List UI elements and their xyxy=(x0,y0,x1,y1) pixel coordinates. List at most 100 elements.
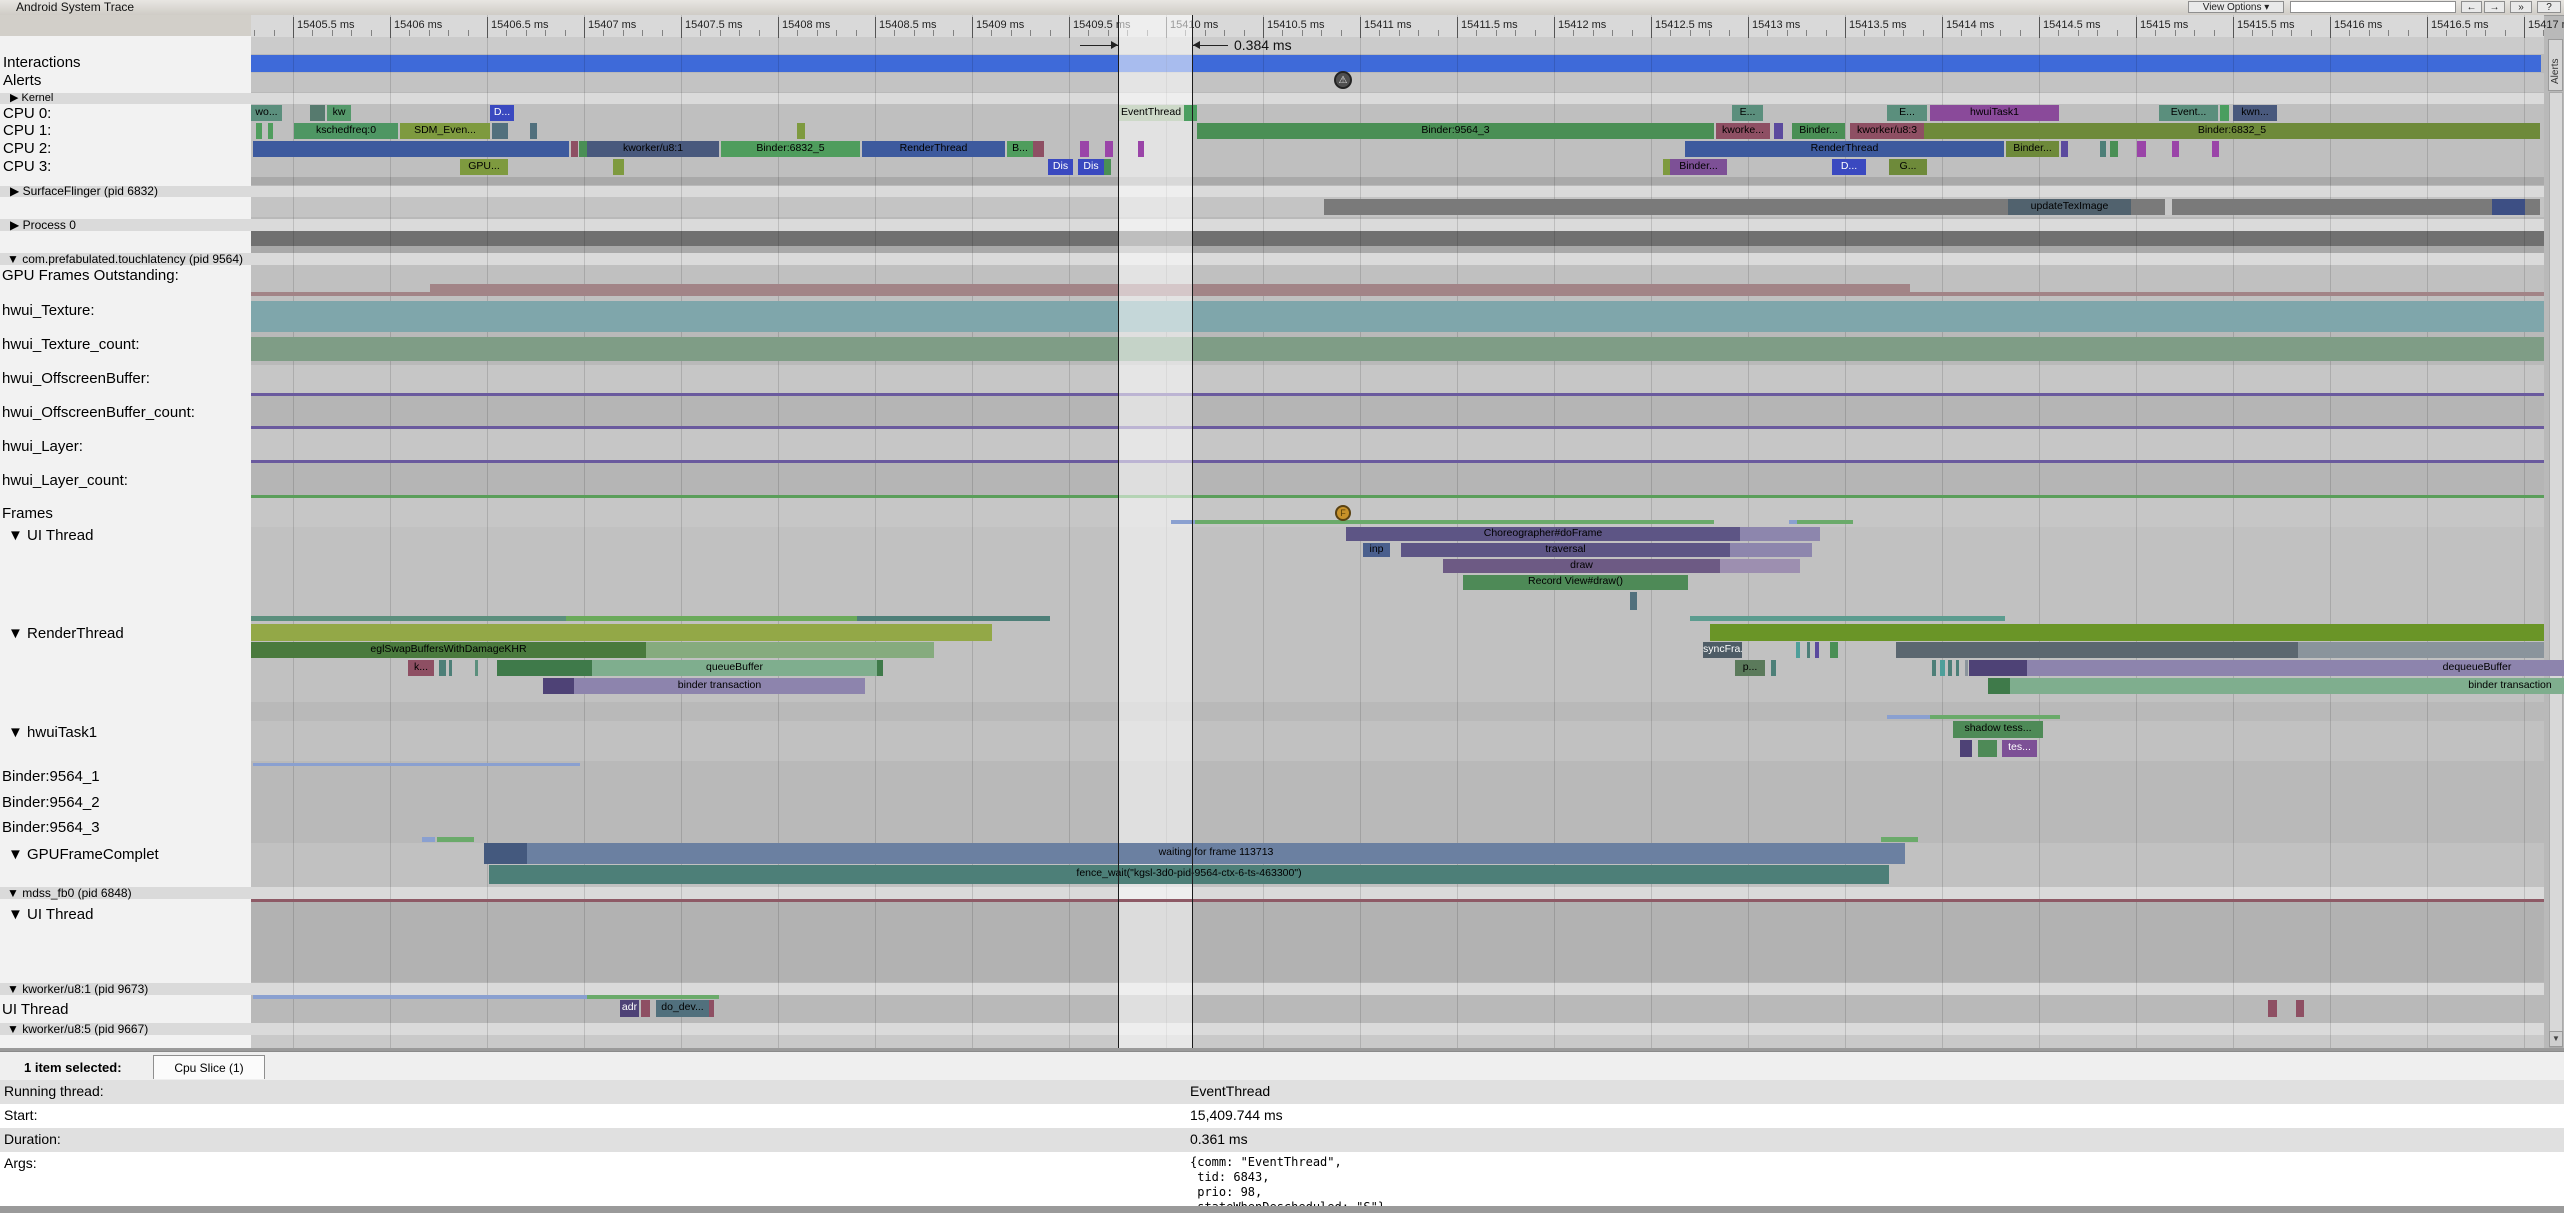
trace-slice[interactable] xyxy=(256,123,262,139)
trace-slice[interactable] xyxy=(2298,642,2544,658)
trace-slice[interactable]: SDM_Even... xyxy=(400,123,490,139)
trace-slice[interactable] xyxy=(1969,660,2027,676)
section-header[interactable]: ▼ kworker/u8:5 (pid 9667) xyxy=(7,1022,148,1036)
trace-slice[interactable]: kw xyxy=(327,105,351,121)
nav-back-button[interactable]: ← xyxy=(2461,1,2482,13)
trace-slice[interactable] xyxy=(1887,715,1930,719)
trace-slice[interactable] xyxy=(566,616,857,621)
scroll-down-button[interactable]: ▼ xyxy=(2549,1031,2563,1047)
trace-slice[interactable] xyxy=(1138,141,1144,157)
trace-slice[interactable] xyxy=(1630,592,1637,610)
section-header[interactable]: ▼ kworker/u8:1 (pid 9673) xyxy=(7,982,148,996)
trace-slice[interactable]: traversal xyxy=(1401,543,1730,557)
nav-more-button[interactable]: » xyxy=(2510,1,2532,13)
trace-slice[interactable] xyxy=(437,837,474,842)
section-header[interactable]: ▼ UI Thread xyxy=(8,527,93,544)
trace-slice[interactable]: queueBuffer xyxy=(592,660,877,676)
trace-slice[interactable]: kwn... xyxy=(2233,105,2277,121)
view-options-button[interactable]: View Options ▾ xyxy=(2188,1,2284,13)
trace-slice[interactable] xyxy=(492,123,508,139)
tab-cpu-slice[interactable]: Cpu Slice (1) xyxy=(153,1055,265,1079)
trace-slice[interactable] xyxy=(1881,837,1918,842)
trace-slice[interactable] xyxy=(1796,642,1800,658)
trace-slice[interactable]: Event... xyxy=(2159,105,2218,121)
help-button[interactable]: ? xyxy=(2537,1,2561,13)
trace-slice[interactable] xyxy=(2100,141,2106,157)
trace-slice[interactable] xyxy=(422,837,435,842)
nav-forward-button[interactable]: → xyxy=(2484,1,2505,13)
trace-slice[interactable] xyxy=(530,123,537,139)
section-header[interactable]: ▼ RenderThread xyxy=(8,625,124,642)
trace-slice[interactable]: Dis xyxy=(1078,159,1104,175)
counter-fill[interactable] xyxy=(251,460,2544,463)
trace-slice[interactable]: Choreographer#doFrame xyxy=(1346,527,1740,541)
trace-slice[interactable]: kworker/u8:1 xyxy=(587,141,719,157)
trace-slice[interactable] xyxy=(475,660,478,676)
search-input[interactable] xyxy=(2290,1,2456,13)
trace-slice[interactable] xyxy=(543,678,574,694)
trace-slice[interactable] xyxy=(1988,678,2010,694)
trace-slice[interactable]: kworker/u8:3 xyxy=(1850,123,1924,139)
trace-slice[interactable] xyxy=(251,616,566,621)
trace-slice[interactable]: eglSwapBuffersWithDamageKHR xyxy=(251,642,646,658)
trace-slice[interactable] xyxy=(1815,642,1819,658)
trace-slice[interactable] xyxy=(251,624,992,641)
trace-slice[interactable]: Dis xyxy=(1048,159,1073,175)
trace-slice[interactable] xyxy=(1690,616,2005,621)
trace-slice[interactable]: inp xyxy=(1363,543,1390,557)
trace-slice[interactable] xyxy=(2296,1000,2304,1017)
trace-slice[interactable] xyxy=(1940,660,1945,676)
trace-slice[interactable] xyxy=(797,123,805,139)
trace-slice[interactable]: syncFra... xyxy=(1703,642,1742,658)
trace-slice[interactable]: adr xyxy=(620,1000,639,1017)
counter-fill[interactable] xyxy=(251,393,2544,396)
trace-slice[interactable] xyxy=(1965,660,1968,676)
trace-slice[interactable] xyxy=(1324,199,2540,215)
trace-slice[interactable] xyxy=(1960,740,1972,757)
trace-slice[interactable] xyxy=(1104,159,1111,175)
trace-slice[interactable]: Binder:6832_5 xyxy=(721,141,860,157)
trace-slice[interactable] xyxy=(497,660,592,676)
trace-slice[interactable] xyxy=(2220,105,2229,121)
trace-slice[interactable] xyxy=(2172,141,2179,157)
section-header[interactable]: ▶ Kernel xyxy=(10,91,53,104)
trace-slice[interactable] xyxy=(484,843,527,864)
trace-slice[interactable] xyxy=(1033,141,1044,157)
trace-slice[interactable]: shadow tess... xyxy=(1953,721,2043,738)
trace-slice[interactable]: kschedfreq:0 xyxy=(294,123,398,139)
trace-slice[interactable] xyxy=(1830,642,1838,658)
trace-slice[interactable] xyxy=(613,159,624,175)
trace-slice[interactable] xyxy=(1080,141,1089,157)
trace-slice[interactable]: G... xyxy=(1889,159,1927,175)
trace-slice[interactable] xyxy=(1932,660,1936,676)
trace-slice[interactable]: wo... xyxy=(251,105,282,121)
section-header[interactable]: ▶ Process 0 xyxy=(10,218,76,232)
counter-fill[interactable] xyxy=(251,426,2544,429)
section-header[interactable]: ▼ mdss_fb0 (pid 6848) xyxy=(7,886,132,900)
trace-slice[interactable]: draw xyxy=(1443,559,1720,573)
section-header[interactable]: ▶ SurfaceFlinger (pid 6832) xyxy=(10,184,158,198)
trace-slice[interactable] xyxy=(857,616,1050,621)
trace-slice[interactable] xyxy=(587,995,719,999)
trace-slice[interactable]: dequeueBuffer xyxy=(2027,660,2564,676)
trace-slice[interactable] xyxy=(877,660,883,676)
trace-slice[interactable] xyxy=(1807,642,1810,658)
section-header[interactable]: ▼ GPUFrameComplet xyxy=(8,846,159,863)
trace-slice[interactable] xyxy=(1896,642,2298,658)
trace-slice[interactable] xyxy=(641,1000,650,1017)
alerts-side-tab[interactable]: Alerts xyxy=(2548,39,2563,91)
trace-slice[interactable] xyxy=(2110,141,2118,157)
trace-slice[interactable]: Binder:6832_5 xyxy=(1924,123,2540,139)
trace-slice[interactable]: binder transaction xyxy=(574,678,865,694)
trace-slice[interactable]: binder transaction xyxy=(2010,678,2564,694)
trace-slice[interactable] xyxy=(1771,660,1776,676)
alert-icon[interactable]: ⚠ xyxy=(1334,71,1352,89)
trace-slice[interactable]: EventThread xyxy=(1118,105,1184,121)
trace-slice[interactable]: k... xyxy=(408,660,434,676)
counter-fill[interactable] xyxy=(251,301,2544,332)
trace-slice[interactable]: E... xyxy=(1887,105,1927,121)
section-header[interactable]: ▼ com.prefabulated.touchlatency (pid 956… xyxy=(7,252,243,266)
trace-slice[interactable] xyxy=(571,141,578,157)
trace-slice[interactable] xyxy=(1978,740,1997,757)
trace-slice[interactable] xyxy=(709,1000,714,1017)
